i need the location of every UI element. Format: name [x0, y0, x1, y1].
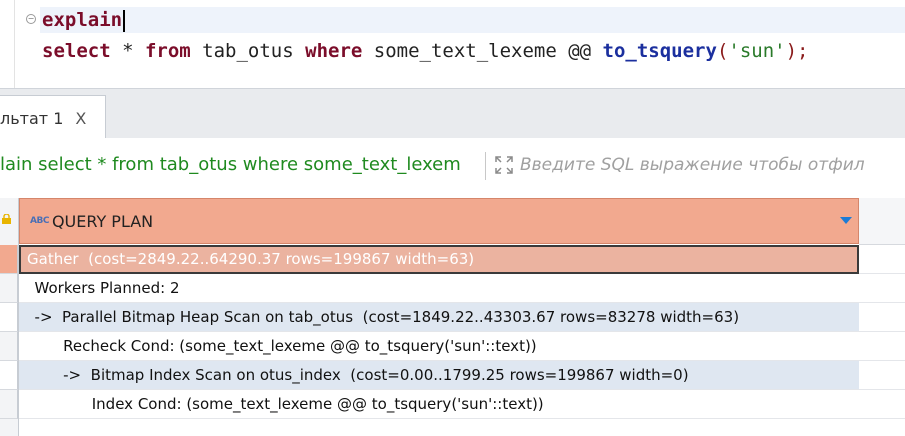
table-row[interactable]: Workers Planned: 2 — [0, 274, 905, 303]
column-header-label: QUERY PLAN — [51, 211, 154, 231]
table-cell[interactable]: Workers Planned: 2 — [19, 274, 859, 303]
table-cell[interactable]: -> Bitmap Index Scan on otus_index (cost… — [19, 361, 859, 390]
table-row[interactable]: Index Cond: (some_text_lexeme @@ to_tsqu… — [0, 390, 905, 419]
keyword-explain: explain — [42, 9, 123, 31]
keyword-where: where — [305, 40, 363, 62]
row-filler — [859, 390, 905, 419]
keyword-from: from — [144, 40, 191, 62]
sort-arrow-icon[interactable] — [840, 217, 852, 224]
query-text: lain select * from tab_otus where some_t… — [0, 154, 461, 175]
fold-minus-icon[interactable]: − — [26, 14, 36, 24]
text-cursor — [123, 9, 126, 32]
row-filler — [859, 303, 905, 332]
table-row[interactable]: -> Bitmap Index Scan on otus_index (cost… — [0, 361, 905, 390]
code-paren-open: ( — [716, 40, 729, 62]
sql-editor[interactable]: − explain select * from tab_otus where s… — [0, 0, 905, 88]
table-cell[interactable]: Gather (cost=2849.22..64290.37 rows=1998… — [19, 245, 859, 274]
header-filler — [859, 198, 905, 245]
table-row[interactable]: Recheck Cond: (some_text_lexeme @@ to_ts… — [0, 332, 905, 361]
row-filler — [859, 361, 905, 390]
row-filler — [859, 245, 905, 274]
row-filler — [859, 332, 905, 361]
row-filler — [859, 274, 905, 303]
row-number[interactable] — [0, 390, 18, 419]
row-number[interactable] — [0, 332, 18, 361]
table-cell[interactable]: -> Parallel Bitmap Heap Scan on tab_otus… — [19, 303, 859, 332]
editor-gutter — [14, 0, 15, 88]
row-number[interactable] — [0, 245, 18, 274]
code-column: some_text_lexeme @@ — [362, 40, 603, 62]
result-tab-bar: льтат 1 X — [0, 88, 905, 140]
table-cell[interactable]: Index Cond: (some_text_lexeme @@ to_tsqu… — [19, 390, 859, 419]
keyword-select: select — [42, 40, 111, 62]
expand-icon[interactable] — [494, 155, 514, 175]
code-paren-close: ); — [785, 40, 809, 62]
close-icon[interactable]: X — [75, 109, 86, 128]
filter-bar: lain select * from tab_otus where some_t… — [0, 138, 905, 199]
filter-input[interactable] — [520, 148, 905, 182]
editor-line-2[interactable]: select * from tab_otus where some_text_l… — [42, 38, 808, 64]
filter-separator — [485, 152, 486, 180]
lock-icon — [2, 214, 11, 224]
results-grid: ABC QUERY PLAN Gather (cost=2849.22..642… — [0, 198, 905, 436]
column-header-query-plan[interactable]: ABC QUERY PLAN — [19, 198, 859, 244]
table-cell[interactable]: Recheck Cond: (some_text_lexeme @@ to_ts… — [19, 332, 859, 361]
table-row[interactable]: Gather (cost=2849.22..64290.37 rows=1998… — [0, 245, 905, 274]
code-star: * — [110, 40, 145, 62]
table-row[interactable]: -> Parallel Bitmap Heap Scan on tab_otus… — [0, 303, 905, 332]
code-function: to_tsquery — [602, 40, 717, 62]
tab-result-1[interactable]: льтат 1 X — [0, 95, 106, 140]
row-number[interactable] — [0, 274, 18, 303]
code-table-name: tab_otus — [190, 40, 306, 62]
editor-line-1[interactable]: explain — [40, 7, 905, 33]
code-string: 'sun' — [728, 40, 786, 62]
row-number[interactable] — [0, 361, 18, 390]
row-number[interactable] — [0, 303, 18, 332]
tab-result-label: льтат 1 — [0, 108, 64, 128]
text-type-icon: ABC — [30, 216, 49, 226]
